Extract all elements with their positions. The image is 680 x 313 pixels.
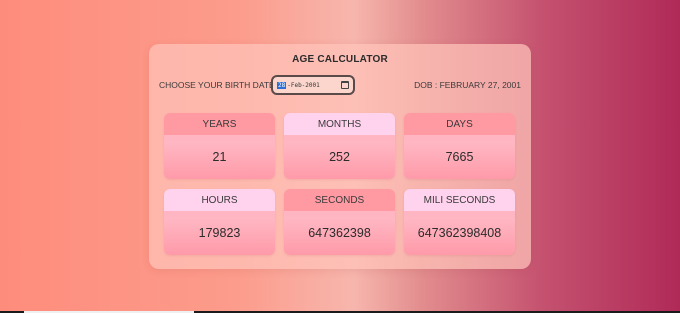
stat-value: 252 (329, 150, 350, 164)
dob-display: DOB : FEBRUARY 27, 2001 (414, 80, 521, 90)
stat-value: 647362398408 (417, 226, 502, 240)
date-month-year-segment[interactable]: -Feb-2001 (287, 82, 320, 89)
stat-label: HOURS (164, 189, 275, 211)
birth-date-input[interactable]: 28 -Feb-2001 (271, 75, 355, 95)
stat-label: MILI SECONDS (404, 189, 515, 211)
stat-label: YEARS (164, 113, 275, 135)
stat-value: 179823 (198, 226, 241, 240)
stat-milliseconds: MILI SECONDS 647362398408 (404, 189, 515, 255)
stat-value: 647362398 (308, 226, 371, 240)
stat-value: 7665 (445, 150, 474, 164)
stat-label: MONTHS (284, 113, 395, 135)
stat-years: YEARS 21 (164, 113, 275, 179)
birth-date-row: CHOOSE YOUR BIRTH DATE 28 -Feb-2001 DOB … (159, 75, 521, 95)
stats-grid: YEARS 21 MONTHS 252 DAYS 7665 HOURS 1798… (164, 113, 515, 255)
stat-label: DAYS (404, 113, 515, 135)
calendar-icon[interactable] (341, 81, 349, 89)
age-calculator-card: AGE CALCULATOR CHOOSE YOUR BIRTH DATE 28… (149, 44, 531, 269)
calculator-title: AGE CALCULATOR (292, 54, 388, 65)
birth-date-label: CHOOSE YOUR BIRTH DATE (159, 80, 275, 90)
page-background: { "calculator": { "title": "AGE CALCULAT… (0, 0, 680, 313)
date-day-segment[interactable]: 28 (277, 81, 287, 89)
stat-days: DAYS 7665 (404, 113, 515, 179)
stat-seconds: SECONDS 647362398 (284, 189, 395, 255)
stat-value: 21 (212, 150, 227, 164)
stat-label: SECONDS (284, 189, 395, 211)
stat-hours: HOURS 179823 (164, 189, 275, 255)
stat-months: MONTHS 252 (284, 113, 395, 179)
